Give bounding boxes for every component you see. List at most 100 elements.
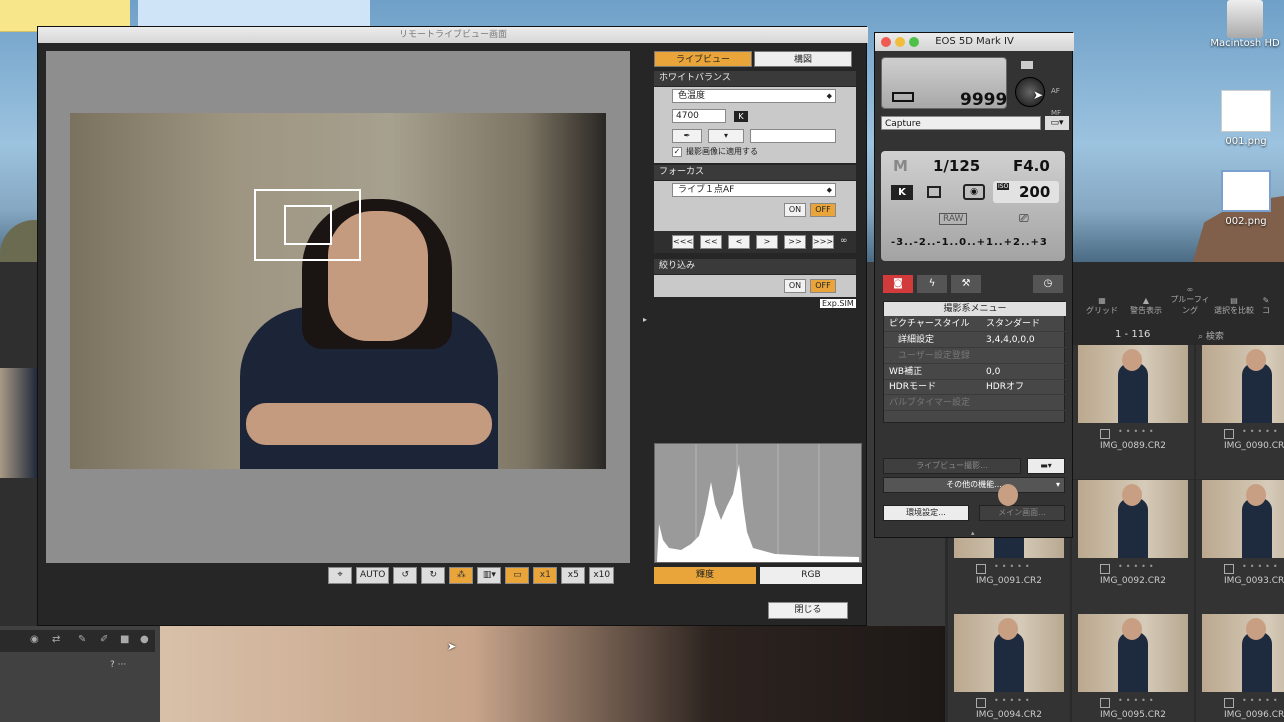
mode-value[interactable]: M [893,157,908,175]
checkbox[interactable] [1224,698,1234,708]
aspect-button[interactable]: ▥▾ [477,566,502,584]
rating-dots[interactable]: ••••• [1242,696,1281,705]
rgb-button[interactable]: RGB [760,567,862,584]
zoom-1x-button[interactable]: x1 [533,566,558,584]
liveview-image[interactable] [70,113,606,469]
checkbox[interactable] [1224,429,1234,439]
dof-on-button[interactable]: ON [784,279,806,293]
desktop-file[interactable]: 002.png [1216,170,1276,227]
main-window-button[interactable]: メイン画面... [979,505,1065,521]
iso-box[interactable]: ISO 200 [993,181,1059,203]
menu-row-wb-shift[interactable]: WB補正 0,0 [884,365,1066,380]
close-button[interactable]: 閉じる [768,602,848,619]
brush-icon[interactable]: ✎ [78,634,86,645]
thumbnail-cell[interactable]: ••••• IMG_0094.CR2 [948,614,1070,722]
eye-icon[interactable]: ◉ [30,634,39,645]
compare-icon[interactable]: ⇄ [52,634,60,645]
liveview-mode-icon[interactable]: ▬▾ [1027,458,1065,474]
rating-dots[interactable]: ••••• [1242,562,1281,571]
fit-button[interactable]: ▭ [505,566,530,584]
af-off-button[interactable]: OFF [810,203,836,217]
compare-tool[interactable]: ▤ 選択を比較 [1212,296,1256,316]
focus-near-medium-button[interactable]: << [700,235,722,249]
overlay-button[interactable]: ⁂ [449,566,474,584]
focus-far-medium-button[interactable]: >> [784,235,806,249]
checkbox[interactable] [976,698,986,708]
shutter-value[interactable]: 1/125 [933,157,980,175]
checkbox[interactable] [1100,429,1110,439]
thumbnail-cell[interactable]: ••••• IMG_0089.CR2 [1072,345,1194,479]
checkbox[interactable] [1224,564,1234,574]
wb-shift-select[interactable]: ▾ [708,129,744,143]
focus-near-large-button[interactable]: <<< [672,235,694,249]
apply-checkbox[interactable]: ✓ [672,147,682,157]
thumbnail-cell[interactable]: ••••• IMG_0090.CR2 [1196,345,1284,479]
tab-liveview[interactable]: ライブビュー [654,51,752,67]
af-mode-select[interactable]: ライブ１点AF [672,183,836,197]
focus-far-large-button[interactable]: >>> [812,235,834,249]
metering-icon[interactable]: ◉ [963,184,985,200]
more-tool[interactable]: ✎ コ [1256,296,1276,316]
thumbnail-cell[interactable]: ••••• IMG_0095.CR2 [1072,614,1194,722]
camera-select-icon[interactable]: ▭▾ [1045,116,1069,130]
close-window-icon[interactable] [881,37,891,47]
brightness-button[interactable]: 輝度 [654,567,756,584]
dot-icon[interactable]: ● [140,634,149,645]
preferences-button[interactable]: 環境設定... [883,505,969,521]
square-icon[interactable]: ■ [120,634,129,645]
search-field[interactable]: ⌕ 検索 [1198,329,1224,342]
zoom-window-icon[interactable] [909,37,919,47]
grid-overlay-button[interactable]: ⌖ [328,566,352,584]
rating-dots[interactable]: ••••• [1242,427,1281,436]
drive-mode-icon[interactable] [927,186,941,198]
rating-dots[interactable]: ••••• [1118,562,1157,571]
panel-arrow-icon[interactable]: ▸ [643,315,647,324]
rating-dots[interactable]: ••••• [1118,427,1157,436]
auto-button[interactable]: AUTO [356,566,390,584]
switch-icon[interactable] [1021,61,1033,69]
rotate-left-button[interactable]: ↺ [393,566,418,584]
eyedropper-button[interactable]: ✒ [672,129,702,143]
pc-transfer-icon[interactable]: ⎚ [1019,211,1029,226]
pen-icon[interactable]: ✐ [100,634,108,645]
flash-tab-icon[interactable]: ϟ [917,275,947,293]
aperture-value[interactable]: F4.0 [1013,157,1050,175]
desktop-file[interactable]: 001.png [1216,90,1276,147]
af-on-button[interactable]: ON [784,203,806,217]
warning-tool[interactable]: ▲ 警告表示 [1124,296,1168,316]
other-functions-button[interactable]: その他の機能... ▾ [883,477,1065,493]
thumbnail-cell[interactable]: ••••• IMG_0096.CR2 [1196,614,1284,722]
focus-far-small-button[interactable]: > [756,235,778,249]
drive-icon[interactable]: Macintosh HD [1210,0,1280,60]
rating-dots[interactable]: ••••• [994,562,1033,571]
focus-near-small-button[interactable]: < [728,235,750,249]
zoom-10x-button[interactable]: x10 [589,566,615,584]
dof-off-button[interactable]: OFF [810,279,836,293]
wb-mode-select[interactable]: 色温度 [672,89,836,103]
tab-composition[interactable]: 構図 [754,51,852,67]
checkbox[interactable] [1100,698,1110,708]
checkbox[interactable] [976,564,986,574]
liveview-shoot-button[interactable]: ライブビュー撮影... [883,458,1021,474]
timer-tab-icon[interactable]: ◷ [1033,275,1063,293]
zoom-5x-button[interactable]: x5 [561,566,586,584]
rating-dots[interactable]: ••••• [1118,696,1157,705]
menu-row-detail[interactable]: 詳細設定 3,4,4,0,0,0 [884,333,1066,348]
proof-tool[interactable]: ∞ プルーフィング [1168,285,1212,316]
liveview-display[interactable] [46,51,630,563]
window-title[interactable]: リモートライブビュー画面 [38,27,868,43]
grid-tool[interactable]: ▦ グリッド [1080,296,1124,316]
thumbnail-cell[interactable]: ••••• IMG_0092.CR2 [1072,480,1194,614]
checkbox[interactable] [1100,564,1110,574]
camera-tab-icon[interactable]: ◙ [883,275,913,293]
wb-icon[interactable]: K [891,185,913,200]
capture-field[interactable]: Capture [881,116,1041,130]
color-temp-input[interactable]: 4700 [672,109,726,123]
thumbnail-cell[interactable]: ••••• IMG_0093.CR2 [1196,480,1284,614]
raw-quality[interactable]: RAW [939,213,968,225]
help-text[interactable]: ? ··· [110,660,126,670]
af-frame[interactable] [284,205,332,245]
tools-tab-icon[interactable]: ⚒ [951,275,981,293]
menu-row-picture-style[interactable]: ピクチャースタイル スタンダード [884,317,1066,332]
rating-dots[interactable]: ••••• [994,696,1033,705]
